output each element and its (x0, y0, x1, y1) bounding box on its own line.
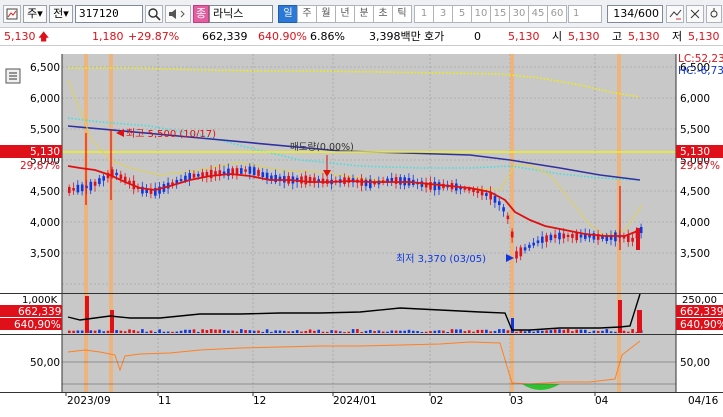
market-select[interactable]: 전▾ (49, 5, 73, 23)
minute-5[interactable]: 5 (452, 5, 472, 23)
svg-text:6,000: 6,000 (30, 93, 60, 105)
settings-icon[interactable] (706, 5, 722, 23)
svg-text:5,500: 5,500 (680, 124, 710, 136)
current-price: 5,130 (4, 30, 36, 43)
svg-text:최고 5,500 (10/17): 최고 5,500 (10/17) (126, 128, 216, 140)
trade-amount: 3,398백만 (369, 30, 421, 43)
svg-text:02: 02 (430, 395, 443, 407)
period-second[interactable]: 초 (373, 5, 393, 23)
svg-text:4,000: 4,000 (680, 217, 710, 229)
volume-current-right: 662,339 (680, 306, 723, 318)
hc-label: HC:-6,73 (678, 65, 723, 77)
speaker-icon[interactable] (165, 5, 191, 23)
svg-text:11: 11 (158, 395, 171, 407)
bid-label: 호가 (424, 30, 445, 43)
svg-text:2023/09: 2023/09 (67, 395, 111, 407)
chart-area[interactable]: 최고 5,500 (10/17) 최저 3,370 (03/05) 매도량(0.… (0, 47, 723, 417)
osc-axis-left: 50,00 (30, 357, 60, 369)
data-count-field[interactable]: 134/600 (607, 5, 663, 23)
volume-ratio-right: 640,90% (680, 319, 723, 331)
compare-icon[interactable] (666, 5, 684, 23)
minute-15[interactable]: 15 (490, 5, 510, 23)
bid-value: 0 (474, 30, 481, 43)
event-marker (510, 54, 514, 392)
price-change: 1,180 (92, 30, 124, 43)
close-compare-icon[interactable] (686, 5, 704, 23)
minute-45[interactable]: 45 (528, 5, 548, 23)
svg-text:03: 03 (510, 395, 523, 407)
minute-60[interactable]: 60 (547, 5, 567, 23)
svg-text:4,500: 4,500 (680, 186, 710, 198)
svg-text:5,500: 5,500 (30, 124, 60, 136)
volume-ratio-badge: 640,90% (14, 319, 61, 331)
oscillator-panel[interactable] (62, 335, 676, 392)
minute-10[interactable]: 10 (471, 5, 491, 23)
svg-text:29,87%: 29,87% (680, 160, 720, 172)
svg-text:5,130: 5,130 (680, 146, 710, 158)
mode-select[interactable]: 주▾ (23, 5, 47, 23)
stock-type-badge: 종 (193, 5, 209, 23)
current-price-2: 5,130 (508, 30, 540, 43)
event-marker (84, 54, 88, 392)
open-price: 5,130 (568, 30, 600, 43)
high-annotation: 최고 5,500 (10/17) (116, 128, 216, 140)
svg-text:3,500: 3,500 (30, 248, 60, 260)
period-week[interactable]: 주 (297, 5, 317, 23)
svg-text:04: 04 (595, 395, 609, 407)
low-label: 저 (672, 30, 683, 43)
chart-menu-icon[interactable] (3, 5, 21, 23)
custom-minute-select[interactable]: 1 (568, 5, 602, 23)
svg-text:6,500: 6,500 (30, 62, 60, 74)
stock-name-field: 라닉스 (209, 5, 273, 23)
price-change-pct: +29.87% (128, 30, 180, 43)
svg-text:최저 3,370 (03/05): 최저 3,370 (03/05) (396, 253, 486, 265)
svg-text:4,500: 4,500 (30, 186, 60, 198)
period-year[interactable]: 년 (335, 5, 355, 23)
svg-text:4,000: 4,000 (30, 217, 60, 229)
high-label: 고 (612, 30, 623, 43)
svg-text:매도량(0.00%): 매도량(0.00%) (290, 141, 354, 153)
volume-axis-right-top: 250,00 (682, 295, 717, 306)
event-marker (109, 54, 113, 392)
volume-ratio: 640.90% (258, 30, 307, 43)
svg-text:04/16: 04/16 (688, 395, 719, 407)
high-price: 5,130 (628, 30, 660, 43)
search-icon[interactable] (145, 5, 163, 23)
svg-text:2024/01: 2024/01 (333, 395, 377, 407)
minute-1[interactable]: 1 (414, 5, 434, 23)
period-day[interactable]: 일 (278, 5, 298, 23)
quote-strip: 5,130 🡅 1,180 +29.87% 662,339 640.90% 6.… (0, 28, 723, 46)
lc-label: LC:52,23 (678, 53, 723, 65)
volume-value: 662,339 (202, 30, 248, 43)
svg-text:3,500: 3,500 (680, 248, 710, 260)
osc-axis-right: 50,00 (680, 357, 710, 369)
up-arrow-icon: 🡅 (38, 30, 50, 43)
svg-text:29,87%: 29,87% (20, 160, 60, 172)
period-month[interactable]: 월 (316, 5, 336, 23)
minute-3[interactable]: 3 (433, 5, 453, 23)
chart-toolbar: 주▾ 전▾ 317120 종 라닉스 일 주 월 년 분 초 틱 1 3 5 1… (0, 0, 723, 28)
minute-30[interactable]: 30 (509, 5, 529, 23)
volume-axis-top: 1,000K (22, 295, 58, 306)
chart-type-icon[interactable] (5, 68, 21, 84)
volume-current: 662,339 (18, 306, 61, 318)
svg-text:6,000: 6,000 (680, 93, 710, 105)
svg-text:5,130: 5,130 (30, 146, 60, 158)
svg-text:12: 12 (253, 395, 266, 407)
period-tick[interactable]: 틱 (392, 5, 412, 23)
open-label: 시 (552, 30, 563, 43)
low-price: 5,130 (688, 30, 720, 43)
turnover-rate: 6.86% (310, 30, 345, 43)
stock-code-input[interactable]: 317120 (75, 5, 143, 23)
period-minute[interactable]: 분 (354, 5, 374, 23)
